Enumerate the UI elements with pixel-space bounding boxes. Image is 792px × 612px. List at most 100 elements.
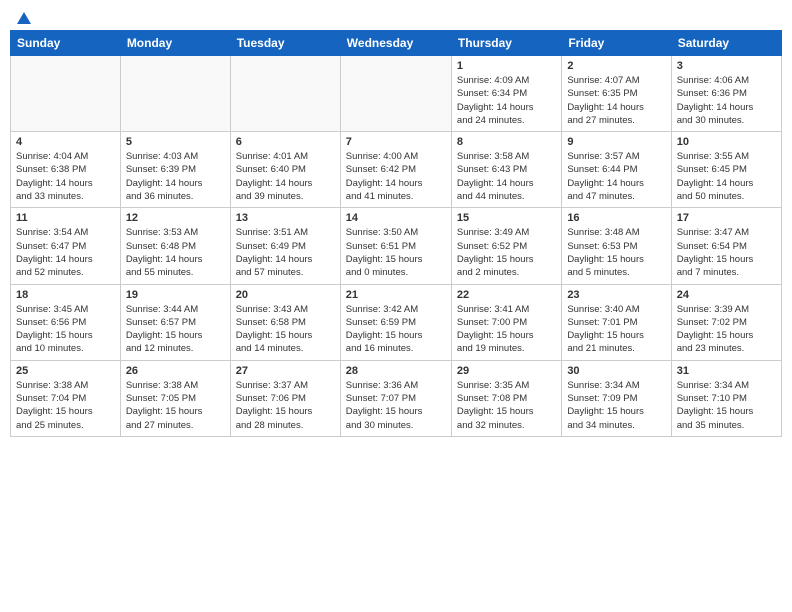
- day-info: Sunrise: 3:42 AM Sunset: 6:59 PM Dayligh…: [346, 303, 446, 356]
- day-number: 15: [457, 212, 556, 224]
- day-number: 8: [457, 136, 556, 148]
- day-number: 18: [16, 289, 115, 301]
- day-number: 30: [567, 365, 665, 377]
- week-row-2: 4Sunrise: 4:04 AM Sunset: 6:38 PM Daylig…: [11, 132, 782, 208]
- day-cell: 5 Sunrise: 4:03 AM Sunset: 6:39 PM Daylig…: [120, 132, 230, 208]
- day-number: 1: [457, 60, 556, 72]
- day-info: Sunrise: 4:01 AM Sunset: 6:40 PM Dayligh…: [236, 150, 335, 203]
- calendar-header-row: SundayMondayTuesdayWednesdayThursdayFrid…: [11, 31, 782, 56]
- header-friday: Friday: [562, 31, 671, 56]
- day-number: 19: [126, 289, 225, 301]
- day-cell: 17 Sunrise: 3:47 AM Sunset: 6:54 PM Dayli…: [671, 208, 781, 284]
- day-info: Sunrise: 4:07 AM Sunset: 6:35 PM Dayligh…: [567, 74, 665, 127]
- day-number: 29: [457, 365, 556, 377]
- week-row-5: 25 Sunrise: 3:38 AM Sunset: 7:04 PM Dayli…: [11, 360, 782, 436]
- day-cell: 27Sunrise: 3:37 AM Sunset: 7:06 PM Dayli…: [230, 360, 340, 436]
- day-number: 11: [16, 212, 115, 224]
- day-cell: 14 Sunrise: 3:50 AM Sunset: 6:51 PM Dayli…: [340, 208, 451, 284]
- day-number: 28: [346, 365, 446, 377]
- header: [10, 10, 782, 24]
- header-sunday: Sunday: [11, 31, 121, 56]
- day-cell: 22 Sunrise: 3:41 AM Sunset: 7:00 PM Dayli…: [451, 284, 561, 360]
- day-cell: 15 Sunrise: 3:49 AM Sunset: 6:52 PM Dayli…: [451, 208, 561, 284]
- day-info: Sunrise: 3:43 AM Sunset: 6:58 PM Dayligh…: [236, 303, 335, 356]
- day-cell: 2Sunrise: 4:07 AM Sunset: 6:35 PM Daylig…: [562, 56, 671, 132]
- day-cell: 3 Sunrise: 4:06 AM Sunset: 6:36 PM Daylig…: [671, 56, 781, 132]
- day-number: 4: [16, 136, 115, 148]
- day-cell: 18 Sunrise: 3:45 AM Sunset: 6:56 PM Dayli…: [11, 284, 121, 360]
- week-row-1: 1 Sunrise: 4:09 AM Sunset: 6:34 PM Daylig…: [11, 56, 782, 132]
- day-number: 13: [236, 212, 335, 224]
- day-cell: 28 Sunrise: 3:36 AM Sunset: 7:07 PM Dayli…: [340, 360, 451, 436]
- day-cell: 29 Sunrise: 3:35 AM Sunset: 7:08 PM Dayli…: [451, 360, 561, 436]
- day-cell: 23 Sunrise: 3:40 AM Sunset: 7:01 PM Dayli…: [562, 284, 671, 360]
- day-cell: [230, 56, 340, 132]
- day-info: Sunrise: 3:47 AM Sunset: 6:54 PM Dayligh…: [677, 226, 776, 279]
- day-cell: 8Sunrise: 3:58 AM Sunset: 6:43 PM Daylig…: [451, 132, 561, 208]
- day-info: Sunrise: 3:54 AM Sunset: 6:47 PM Dayligh…: [16, 226, 115, 279]
- day-number: 20: [236, 289, 335, 301]
- day-info: Sunrise: 3:57 AM Sunset: 6:44 PM Dayligh…: [567, 150, 665, 203]
- day-number: 3: [677, 60, 776, 72]
- day-cell: 30 Sunrise: 3:34 AM Sunset: 7:09 PM Dayli…: [562, 360, 671, 436]
- day-number: 25: [16, 365, 115, 377]
- day-cell: 6 Sunrise: 4:01 AM Sunset: 6:40 PM Daylig…: [230, 132, 340, 208]
- day-cell: 24 Sunrise: 3:39 AM Sunset: 7:02 PM Dayli…: [671, 284, 781, 360]
- day-number: 27: [236, 365, 335, 377]
- day-info: Sunrise: 3:35 AM Sunset: 7:08 PM Dayligh…: [457, 379, 556, 432]
- day-info: Sunrise: 3:49 AM Sunset: 6:52 PM Dayligh…: [457, 226, 556, 279]
- day-info: Sunrise: 3:38 AM Sunset: 7:04 PM Dayligh…: [16, 379, 115, 432]
- day-number: 22: [457, 289, 556, 301]
- day-info: Sunrise: 3:45 AM Sunset: 6:56 PM Dayligh…: [16, 303, 115, 356]
- logo: [14, 10, 34, 24]
- day-cell: 26 Sunrise: 3:38 AM Sunset: 7:05 PM Dayli…: [120, 360, 230, 436]
- header-thursday: Thursday: [451, 31, 561, 56]
- header-saturday: Saturday: [671, 31, 781, 56]
- day-number: 26: [126, 365, 225, 377]
- calendar: SundayMondayTuesdayWednesdayThursdayFrid…: [10, 30, 782, 437]
- day-info: Sunrise: 4:00 AM Sunset: 6:42 PM Dayligh…: [346, 150, 446, 203]
- day-info: Sunrise: 3:34 AM Sunset: 7:10 PM Dayligh…: [677, 379, 776, 432]
- day-cell: 12Sunrise: 3:53 AM Sunset: 6:48 PM Dayli…: [120, 208, 230, 284]
- day-cell: 19 Sunrise: 3:44 AM Sunset: 6:57 PM Dayli…: [120, 284, 230, 360]
- day-cell: 13 Sunrise: 3:51 AM Sunset: 6:49 PM Dayli…: [230, 208, 340, 284]
- day-info: Sunrise: 4:09 AM Sunset: 6:34 PM Dayligh…: [457, 74, 556, 127]
- day-number: 16: [567, 212, 665, 224]
- day-cell: 9 Sunrise: 3:57 AM Sunset: 6:44 PM Daylig…: [562, 132, 671, 208]
- day-cell: 7 Sunrise: 4:00 AM Sunset: 6:42 PM Daylig…: [340, 132, 451, 208]
- day-number: 23: [567, 289, 665, 301]
- header-wednesday: Wednesday: [340, 31, 451, 56]
- day-number: 31: [677, 365, 776, 377]
- day-info: Sunrise: 4:03 AM Sunset: 6:39 PM Dayligh…: [126, 150, 225, 203]
- day-info: Sunrise: 3:51 AM Sunset: 6:49 PM Dayligh…: [236, 226, 335, 279]
- day-info: Sunrise: 3:48 AM Sunset: 6:53 PM Dayligh…: [567, 226, 665, 279]
- day-info: Sunrise: 3:38 AM Sunset: 7:05 PM Dayligh…: [126, 379, 225, 432]
- day-number: 5: [126, 136, 225, 148]
- day-number: 14: [346, 212, 446, 224]
- day-number: 6: [236, 136, 335, 148]
- day-number: 21: [346, 289, 446, 301]
- week-row-3: 11 Sunrise: 3:54 AM Sunset: 6:47 PM Dayli…: [11, 208, 782, 284]
- day-number: 9: [567, 136, 665, 148]
- day-cell: 11 Sunrise: 3:54 AM Sunset: 6:47 PM Dayli…: [11, 208, 121, 284]
- day-cell: 21 Sunrise: 3:42 AM Sunset: 6:59 PM Dayli…: [340, 284, 451, 360]
- day-info: Sunrise: 3:40 AM Sunset: 7:01 PM Dayligh…: [567, 303, 665, 356]
- day-info: Sunrise: 3:53 AM Sunset: 6:48 PM Dayligh…: [126, 226, 225, 279]
- day-info: Sunrise: 3:50 AM Sunset: 6:51 PM Dayligh…: [346, 226, 446, 279]
- day-info: Sunrise: 3:55 AM Sunset: 6:45 PM Dayligh…: [677, 150, 776, 203]
- day-number: 7: [346, 136, 446, 148]
- week-row-4: 18 Sunrise: 3:45 AM Sunset: 6:56 PM Dayli…: [11, 284, 782, 360]
- header-tuesday: Tuesday: [230, 31, 340, 56]
- day-cell: 10 Sunrise: 3:55 AM Sunset: 6:45 PM Dayli…: [671, 132, 781, 208]
- day-cell: 4Sunrise: 4:04 AM Sunset: 6:38 PM Daylig…: [11, 132, 121, 208]
- day-info: Sunrise: 3:36 AM Sunset: 7:07 PM Dayligh…: [346, 379, 446, 432]
- day-cell: 31 Sunrise: 3:34 AM Sunset: 7:10 PM Dayli…: [671, 360, 781, 436]
- day-info: Sunrise: 3:41 AM Sunset: 7:00 PM Dayligh…: [457, 303, 556, 356]
- day-info: Sunrise: 3:44 AM Sunset: 6:57 PM Dayligh…: [126, 303, 225, 356]
- day-number: 17: [677, 212, 776, 224]
- day-number: 24: [677, 289, 776, 301]
- day-info: Sunrise: 3:34 AM Sunset: 7:09 PM Dayligh…: [567, 379, 665, 432]
- day-number: 10: [677, 136, 776, 148]
- day-info: Sunrise: 3:39 AM Sunset: 7:02 PM Dayligh…: [677, 303, 776, 356]
- day-info: Sunrise: 4:06 AM Sunset: 6:36 PM Dayligh…: [677, 74, 776, 127]
